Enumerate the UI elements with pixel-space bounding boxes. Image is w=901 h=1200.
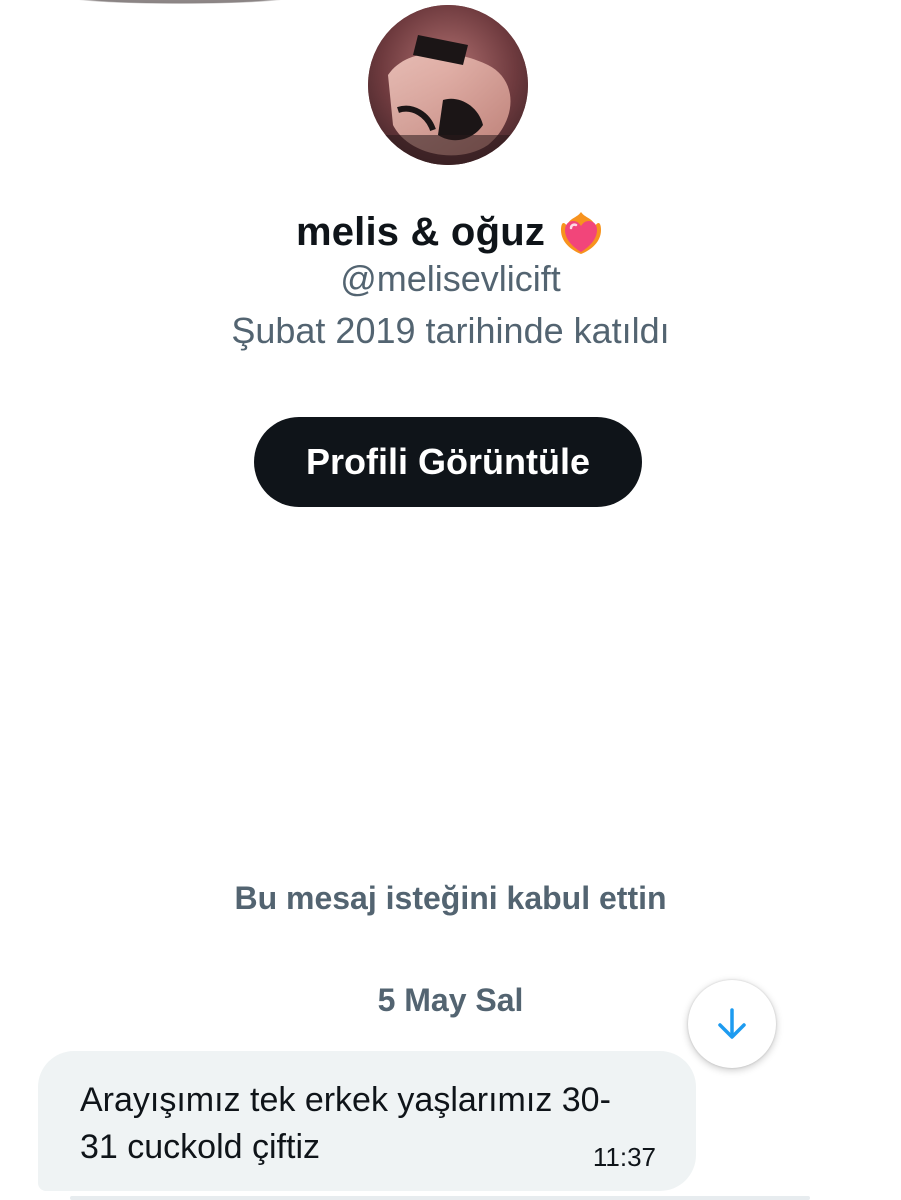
scroll-to-bottom-button[interactable]	[688, 980, 776, 1068]
display-name: melis & oğuz	[295, 209, 546, 254]
message-text: Arayışımız tek erkek yaşlarımız 30-31 cu…	[80, 1081, 611, 1166]
message-request-note: Bu mesaj isteğini kabul ettin	[234, 880, 667, 916]
message-bubble[interactable]: Arayışımız tek erkek yaşlarımız 30-31 cu…	[38, 1051, 696, 1191]
arrow-down-icon	[718, 1008, 746, 1039]
avatar[interactable]	[368, 5, 528, 165]
previous-avatar-partial	[70, 0, 290, 4]
message-timestamp: 11:37	[592, 1142, 656, 1172]
profile-name-row: melis & oğuz	[0, 205, 901, 259]
profile-handle: @melisevlicift	[340, 258, 561, 299]
composer-edge	[70, 1196, 810, 1200]
view-profile-button[interactable]: Profili Görüntüle	[254, 417, 642, 507]
joined-date: Şubat 2019 tarihinde katıldı	[231, 310, 670, 351]
heart-on-fire-icon	[557, 208, 605, 256]
avatar-image	[368, 5, 528, 165]
